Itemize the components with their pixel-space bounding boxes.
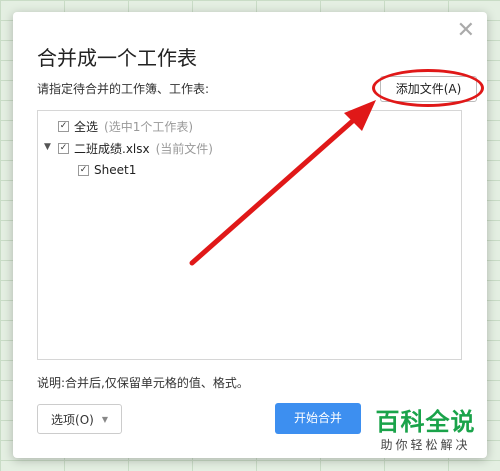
select-all-note: (选中1个工作表) bbox=[104, 119, 194, 134]
file-note: (当前文件) bbox=[155, 141, 213, 156]
merge-sheets-dialog: 合并成一个工作表 ✕ 请指定待合并的工作簿、工作表: 添加文件(A) ✓ 全选 … bbox=[13, 12, 487, 458]
sheet-checkbox[interactable]: ✓ bbox=[78, 164, 89, 176]
expand-caret-icon[interactable]: ▼ bbox=[44, 142, 51, 152]
select-all-label: 全选 bbox=[74, 119, 99, 134]
merge-footnote: 说明:合并后,仅保留单元格的值、格式。 bbox=[37, 376, 249, 390]
sheet-label: Sheet1 bbox=[94, 163, 137, 177]
tree-row-sheet[interactable]: ✓ Sheet1 bbox=[78, 160, 136, 180]
watermark-slogan: 助你轻松解决 bbox=[380, 438, 471, 452]
file-label: 二班成绩.xlsx bbox=[74, 141, 150, 156]
tree-row-file[interactable]: ✓ 二班成绩.xlsx (当前文件) bbox=[58, 138, 213, 158]
options-dropdown[interactable]: 选项(O) ▼ bbox=[37, 404, 122, 434]
dialog-title: 合并成一个工作表 bbox=[37, 46, 197, 70]
watermark-logo: 百科全说 bbox=[375, 408, 476, 436]
instruction-label: 请指定待合并的工作簿、工作表: bbox=[37, 82, 210, 96]
chevron-down-icon: ▼ bbox=[101, 414, 108, 424]
file-checkbox[interactable]: ✓ bbox=[58, 142, 69, 154]
workbook-tree: ✓ 全选 (选中1个工作表) ▼ ✓ 二班成绩.xlsx (当前文件) ✓ Sh… bbox=[37, 110, 462, 360]
tree-row-select-all[interactable]: ✓ 全选 (选中1个工作表) bbox=[58, 116, 193, 136]
watermark: 百科全说 助你轻松解决 bbox=[363, 408, 488, 453]
close-icon[interactable]: ✕ bbox=[457, 18, 475, 43]
select-all-checkbox[interactable]: ✓ bbox=[58, 120, 69, 132]
add-file-button[interactable]: 添加文件(A) bbox=[380, 76, 477, 102]
start-merge-button[interactable]: 开始合并 bbox=[275, 403, 361, 434]
options-label: 选项(O) bbox=[51, 412, 94, 427]
